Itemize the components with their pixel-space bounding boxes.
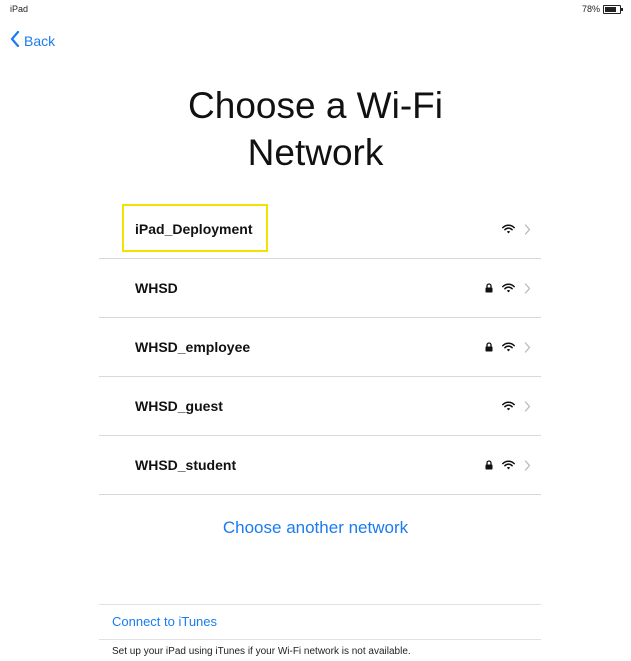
network-row[interactable]: WHSD_employee [99, 318, 541, 377]
lock-icon [485, 460, 493, 470]
network-status-icons [485, 338, 531, 356]
lock-icon [485, 283, 493, 293]
chevron-right-icon [524, 282, 531, 294]
title-line-1: Choose a Wi-Fi [188, 85, 443, 126]
network-name: iPad_Deployment [135, 221, 253, 237]
network-name: WHSD_guest [135, 398, 223, 414]
choose-another-network-button[interactable]: Choose another network [0, 518, 631, 538]
lock-icon [485, 342, 493, 352]
battery-fill [605, 6, 616, 12]
network-name: WHSD_student [135, 457, 237, 473]
wifi-signal-icon [502, 283, 515, 293]
network-row[interactable]: WHSD [99, 259, 541, 318]
wifi-signal-icon [502, 460, 515, 470]
battery-icon [603, 4, 623, 14]
network-status-icons [485, 279, 531, 297]
wifi-signal-icon [502, 342, 515, 352]
title-line-2: Network [247, 132, 384, 173]
back-label: Back [24, 32, 56, 49]
itunes-note: Set up your iPad using iTunes if your Wi… [112, 646, 411, 657]
chevron-right-icon [524, 400, 531, 412]
connect-to-itunes-link[interactable]: Connect to iTunes [99, 605, 541, 640]
network-status-icons [485, 456, 531, 474]
back-button[interactable]: Back [10, 30, 56, 50]
network-row[interactable]: WHSD_student [99, 436, 541, 495]
chevron-left-icon [10, 30, 20, 50]
network-status-icons [502, 397, 531, 415]
wifi-signal-icon [502, 401, 515, 411]
network-name: WHSD [135, 280, 178, 296]
page-title: Choose a Wi-Fi Network [0, 82, 631, 176]
network-row[interactable]: iPad_Deployment [99, 200, 541, 259]
wifi-signal-icon [502, 224, 515, 234]
chevron-right-icon [524, 223, 531, 235]
network-list: iPad_Deployment WHSD WHSD_employee WHSD_gue… [99, 200, 541, 495]
network-row[interactable]: WHSD_guest [99, 377, 541, 436]
chevron-right-icon [524, 341, 531, 353]
chevron-right-icon [524, 459, 531, 471]
itunes-section: Connect to iTunes Set up your iPad using… [99, 604, 541, 657]
battery-status: 78% [581, 4, 623, 14]
status-bar: iPad 78% [0, 0, 631, 22]
wifi-setup-screen: iPad 78% Back Choose a Wi-Fi Network iPa… [0, 0, 631, 661]
network-status-icons [502, 220, 531, 238]
network-name: WHSD_employee [135, 339, 251, 355]
battery-percent: 78% [581, 4, 600, 14]
device-name: iPad [10, 4, 29, 14]
